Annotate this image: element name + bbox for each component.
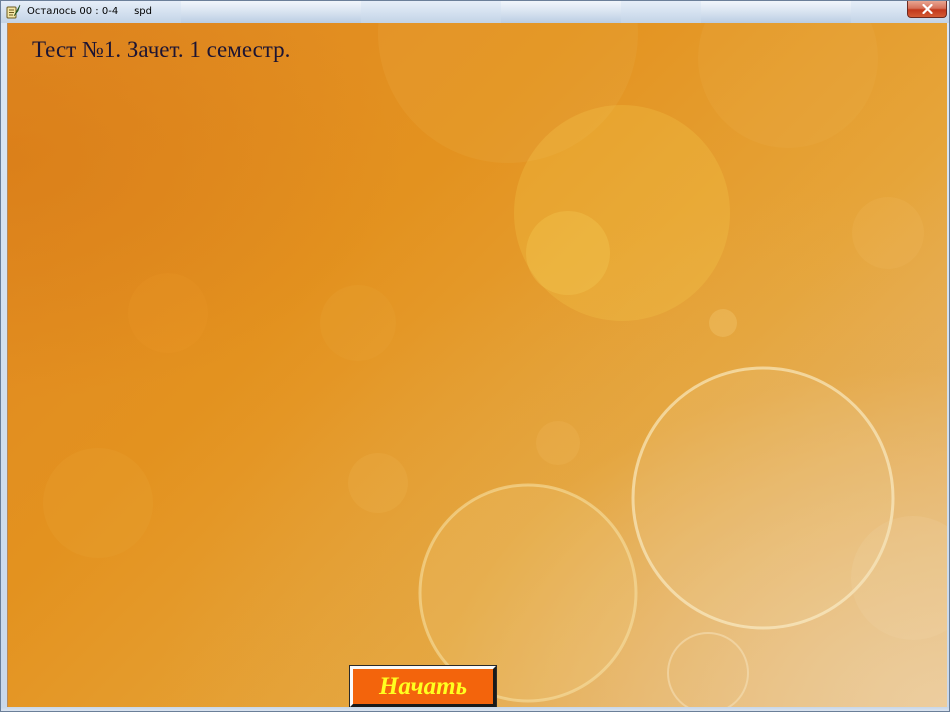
close-button[interactable] (907, 1, 947, 18)
title-bar-glass (181, 1, 361, 23)
start-button-label: Начать (378, 672, 468, 700)
window-title: Осталось 00 : 0-4 spd (27, 6, 152, 17)
test-start-screen: Тест №1. Зачет. 1 семестр. Начать (7, 23, 947, 707)
title-bar-glass (501, 1, 621, 23)
test-title: Тест №1. Зачет. 1 семестр. (32, 37, 291, 62)
scroll-quill-icon[interactable] (5, 4, 21, 20)
window-bottom-border (1, 707, 949, 711)
app-window: Осталось 00 : 0-4 spd Тест №1. Зачет. 1 … (0, 0, 950, 712)
title-bar[interactable]: Осталось 00 : 0-4 spd (1, 1, 949, 23)
start-button[interactable]: Начать (349, 665, 497, 707)
bokeh-background (43, 23, 947, 707)
title-bar-glass (701, 1, 851, 23)
